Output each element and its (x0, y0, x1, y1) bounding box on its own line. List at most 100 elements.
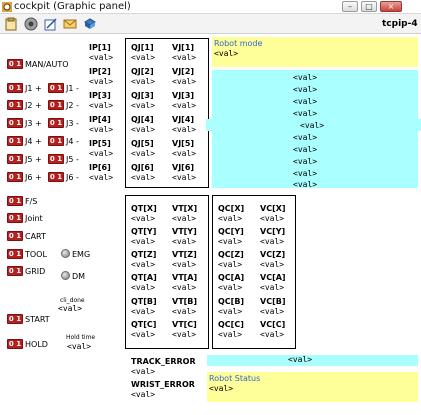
vc-label: VC[B] (260, 297, 286, 306)
joint-toggle[interactable]: 0 1 (7, 213, 23, 223)
vj-label: VJ[1] (172, 43, 195, 52)
qc-value: <val> (218, 283, 243, 292)
j4-minus-label: J4 - (66, 137, 79, 146)
ip-label: IP[6] (89, 163, 111, 172)
ip-label: IP[5] (89, 139, 111, 148)
qt-value: <val> (131, 260, 156, 269)
qj-value: <val> (131, 125, 156, 134)
vc-value: <val> (260, 237, 285, 246)
j6-plus-button[interactable]: 0 1 (7, 172, 23, 182)
vc-label: VC[X] (260, 204, 286, 213)
man-auto-toggle[interactable]: 0 1 (7, 59, 23, 69)
qt-label: QT[X] (131, 204, 157, 213)
vj-value: <val> (172, 149, 197, 158)
tab-tcpip[interactable]: tcpip-4 (382, 19, 418, 29)
qc-label: QC[Y] (218, 227, 244, 236)
qj-label: QJ[4] (131, 115, 154, 124)
emg-label: EMG (72, 250, 91, 259)
qt-value: <val> (131, 214, 156, 223)
vt-label: VT[A] (172, 273, 198, 282)
ip-value: <val> (89, 53, 114, 62)
vj-value: <val> (172, 101, 197, 110)
robot-status-label: Robot Status (209, 374, 261, 383)
j1-plus-label: J1 + (25, 84, 42, 93)
qj-value: <val> (131, 149, 156, 158)
ip-value: <val> (89, 77, 114, 86)
status-list-item: <val> (293, 133, 318, 142)
start-button[interactable]: 0 1 (7, 314, 23, 324)
vt-label: VT[X] (172, 204, 198, 213)
status-list-item: <val> (293, 85, 318, 94)
title-bar: cockpit (Graphic panel) – □ × (0, 0, 421, 14)
clipboard-icon[interactable] (4, 17, 18, 31)
j1-plus-button[interactable]: 0 1 (7, 83, 23, 93)
j6-minus-label: J6 - (66, 173, 79, 182)
ip-value: <val> (89, 125, 114, 134)
book-icon[interactable] (83, 17, 97, 31)
vt-label: VT[Y] (172, 227, 197, 236)
qt-value: <val> (131, 237, 156, 246)
j4-minus-button[interactable]: 0 1 (48, 136, 64, 146)
robot-mode-value: <val> (214, 49, 239, 58)
minimize-button[interactable]: – (342, 1, 358, 12)
qc-label: QC[A] (218, 273, 245, 282)
hold-time-label: Hold time (66, 334, 96, 341)
wrist-error-label: WRIST_ERROR (131, 380, 195, 389)
j4-plus-button[interactable]: 0 1 (7, 136, 23, 146)
j3-minus-button[interactable]: 0 1 (48, 118, 64, 128)
maximize-button[interactable]: □ (361, 1, 377, 12)
record-icon[interactable] (24, 17, 38, 31)
ip-value: <val> (89, 101, 114, 110)
grid-label: GRID (25, 267, 46, 276)
robot-mode-label: Robot mode (214, 39, 263, 48)
status-list-item: <val> (293, 157, 318, 166)
j6-minus-button[interactable]: 0 1 (48, 172, 64, 182)
j2-plus-button[interactable]: 0 1 (7, 100, 23, 110)
ip-value: <val> (89, 149, 114, 158)
j2-minus-button[interactable]: 0 1 (48, 100, 64, 110)
vt-value: <val> (172, 330, 197, 339)
status-list-item: <val> (300, 121, 325, 130)
qc-label: QC[X] (218, 204, 245, 213)
track-error-display (207, 355, 418, 366)
qt-value: <val> (131, 307, 156, 316)
mail-icon[interactable] (63, 17, 77, 31)
qt-label: QT[C] (131, 320, 157, 329)
qc-label: QC[Z] (218, 250, 244, 259)
qj-value: <val> (131, 173, 156, 182)
j5-minus-button[interactable]: 0 1 (48, 154, 64, 164)
status-list-tab-right (416, 119, 421, 131)
edit-chart-icon[interactable] (44, 17, 58, 31)
j1-minus-button[interactable]: 0 1 (48, 83, 64, 93)
window-title: cockpit (Graphic panel) (14, 1, 131, 12)
j5-plus-label: J5 + (25, 155, 42, 164)
qc-value: <val> (218, 307, 243, 316)
man-auto-label: MAN/AUTO (25, 60, 69, 69)
fs-toggle[interactable]: 0 1 (7, 196, 23, 206)
vt-value: <val> (172, 237, 197, 246)
hold-button[interactable]: 0 1 (7, 339, 23, 349)
qj-label: QJ[6] (131, 163, 154, 172)
qj-label: QJ[3] (131, 91, 154, 100)
j3-plus-button[interactable]: 0 1 (7, 118, 23, 128)
cli-done-label: cli_done (60, 297, 85, 304)
vc-value: <val> (260, 283, 285, 292)
j5-minus-label: J5 - (66, 155, 79, 164)
qc-label: QC[B] (218, 297, 245, 306)
status-list-item: <val> (293, 109, 318, 118)
ip-label: IP[3] (89, 91, 111, 100)
j6-plus-label: J6 + (25, 173, 42, 182)
track-error-display-value: <val> (288, 355, 313, 364)
qt-value: <val> (131, 283, 156, 292)
vc-label: VC[A] (260, 273, 286, 282)
vj-label: VJ[4] (172, 115, 195, 124)
grid-toggle[interactable]: 0 1 (7, 266, 23, 276)
cart-toggle[interactable]: 0 1 (7, 231, 23, 241)
qj-label: QJ[2] (131, 67, 154, 76)
close-button[interactable]: × (380, 1, 402, 12)
j5-plus-button[interactable]: 0 1 (7, 154, 23, 164)
j3-minus-label: J3 - (66, 119, 79, 128)
tool-toggle[interactable]: 0 1 (7, 249, 23, 259)
qj-label: QJ[1] (131, 43, 154, 52)
status-list-tab-left (206, 119, 214, 131)
